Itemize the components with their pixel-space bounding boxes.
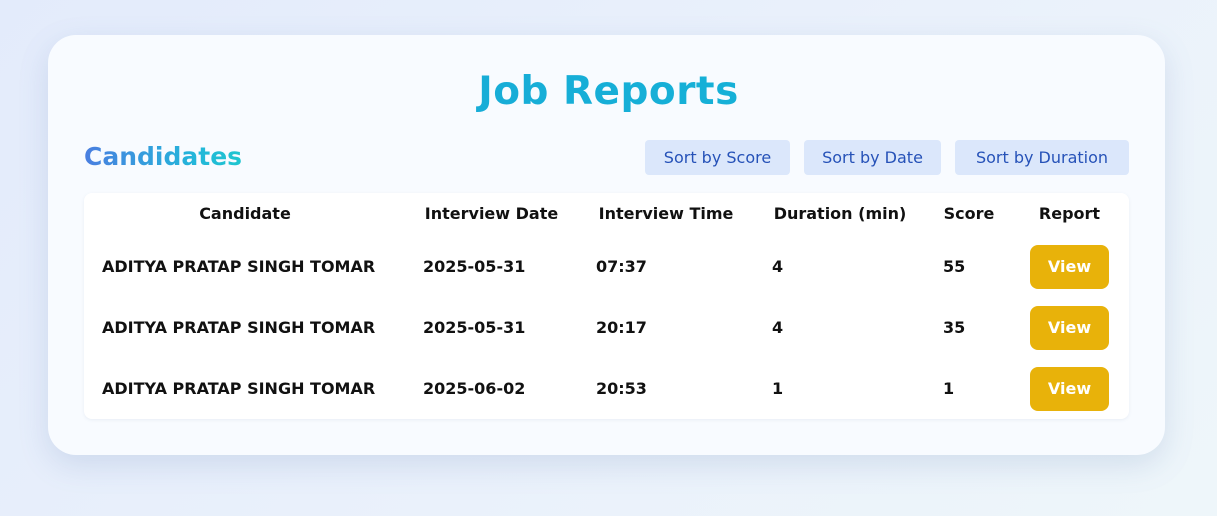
view-report-button[interactable]: View <box>1030 367 1109 411</box>
score-value: 55 <box>943 257 966 276</box>
score-value: 1 <box>943 379 955 398</box>
column-header-interview-time: Interview Time <box>598 204 734 223</box>
score-value: 35 <box>943 318 966 337</box>
sort-by-score-button[interactable]: Sort by Score <box>645 140 790 175</box>
candidate-name: ADITYA PRATAP SINGH TOMAR <box>102 257 376 276</box>
candidates-heading: Candidates <box>84 142 243 171</box>
sort-by-date-button[interactable]: Sort by Date <box>804 140 941 175</box>
column-header-report: Report <box>1038 204 1101 223</box>
interview-date: 2025-06-02 <box>423 379 526 398</box>
column-header-candidate: Candidate <box>199 204 291 223</box>
view-report-button[interactable]: View <box>1030 245 1109 289</box>
interview-date: 2025-05-31 <box>423 318 526 337</box>
column-header-interview-date: Interview Date <box>424 204 559 223</box>
interview-time: 07:37 <box>596 257 647 276</box>
candidate-name: ADITYA PRATAP SINGH TOMAR <box>102 379 376 398</box>
interview-time: 20:17 <box>596 318 647 337</box>
interview-date: 2025-05-31 <box>423 257 526 276</box>
candidate-name: ADITYA PRATAP SINGH TOMAR <box>102 318 376 337</box>
view-report-button[interactable]: View <box>1030 306 1109 350</box>
page-title: Job Reports <box>0 68 1217 116</box>
duration-value: 4 <box>772 257 784 276</box>
candidates-table: Candidate Interview Date Interview Time … <box>84 193 1129 419</box>
duration-value: 4 <box>772 318 784 337</box>
sort-by-duration-button[interactable]: Sort by Duration <box>955 140 1129 175</box>
interview-time: 20:53 <box>596 379 647 398</box>
duration-value: 1 <box>772 379 784 398</box>
column-header-duration: Duration (min) <box>773 204 907 223</box>
column-header-score: Score <box>943 204 995 223</box>
